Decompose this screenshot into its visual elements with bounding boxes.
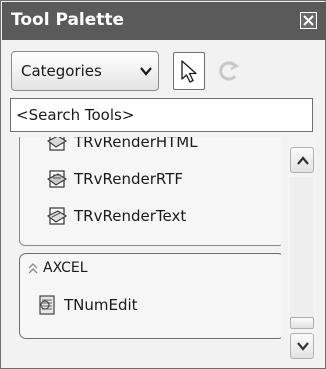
categories-dropdown[interactable]: Categories xyxy=(11,51,159,91)
categories-label: Categories xyxy=(21,62,102,80)
refresh-icon[interactable] xyxy=(215,58,241,84)
close-button[interactable] xyxy=(300,12,317,29)
list-item[interactable]: TRvRenderRTF xyxy=(46,166,281,194)
close-icon xyxy=(303,15,314,26)
title-bar[interactable]: Tool Palette xyxy=(2,2,326,40)
item-label: TNumEdit xyxy=(64,296,138,314)
item-label: TRvRenderRTF xyxy=(74,170,183,188)
scroll-down-button[interactable] xyxy=(290,333,314,359)
render-html-icon xyxy=(46,137,68,151)
tool-palette-window: Tool Palette Categories <Search Tools> T… xyxy=(0,0,326,369)
search-placeholder: <Search Tools> xyxy=(16,106,135,124)
chevron-up-icon xyxy=(297,156,309,165)
list-item[interactable]: TRvRenderHTML xyxy=(46,137,281,157)
chevron-down-icon xyxy=(297,342,309,351)
vertical-scrollbar[interactable] xyxy=(288,137,316,361)
tool-list: TRvRenderHTML TRvRenderRTF TRvRenderText xyxy=(10,137,281,361)
render-rtf-icon xyxy=(46,170,68,188)
scroll-thumb[interactable] xyxy=(290,317,314,329)
tool-group-previous: TRvRenderHTML TRvRenderRTF TRvRenderText xyxy=(19,137,281,246)
chevron-down-icon xyxy=(140,67,152,76)
render-text-icon xyxy=(46,207,68,225)
tool-group-axcel: AXCEL TNumEdit xyxy=(19,253,281,339)
item-label: TRvRenderHTML xyxy=(74,137,198,151)
group-header-label: AXCEL xyxy=(43,260,88,276)
scroll-up-button[interactable] xyxy=(290,147,314,173)
group-header-axcel[interactable]: AXCEL xyxy=(28,260,228,280)
arrow-pointer-icon xyxy=(181,60,197,83)
list-item[interactable]: TRvRenderText xyxy=(46,203,281,231)
search-tools-field[interactable]: <Search Tools> xyxy=(10,98,313,132)
pointer-tool-button[interactable] xyxy=(173,52,205,90)
numedit-icon xyxy=(39,295,55,315)
collapse-chevrons-icon xyxy=(28,263,38,274)
item-label: TRvRenderText xyxy=(74,207,187,225)
list-item[interactable]: TNumEdit xyxy=(36,292,276,320)
scroll-track[interactable] xyxy=(290,177,314,317)
window-title: Tool Palette xyxy=(11,10,125,30)
